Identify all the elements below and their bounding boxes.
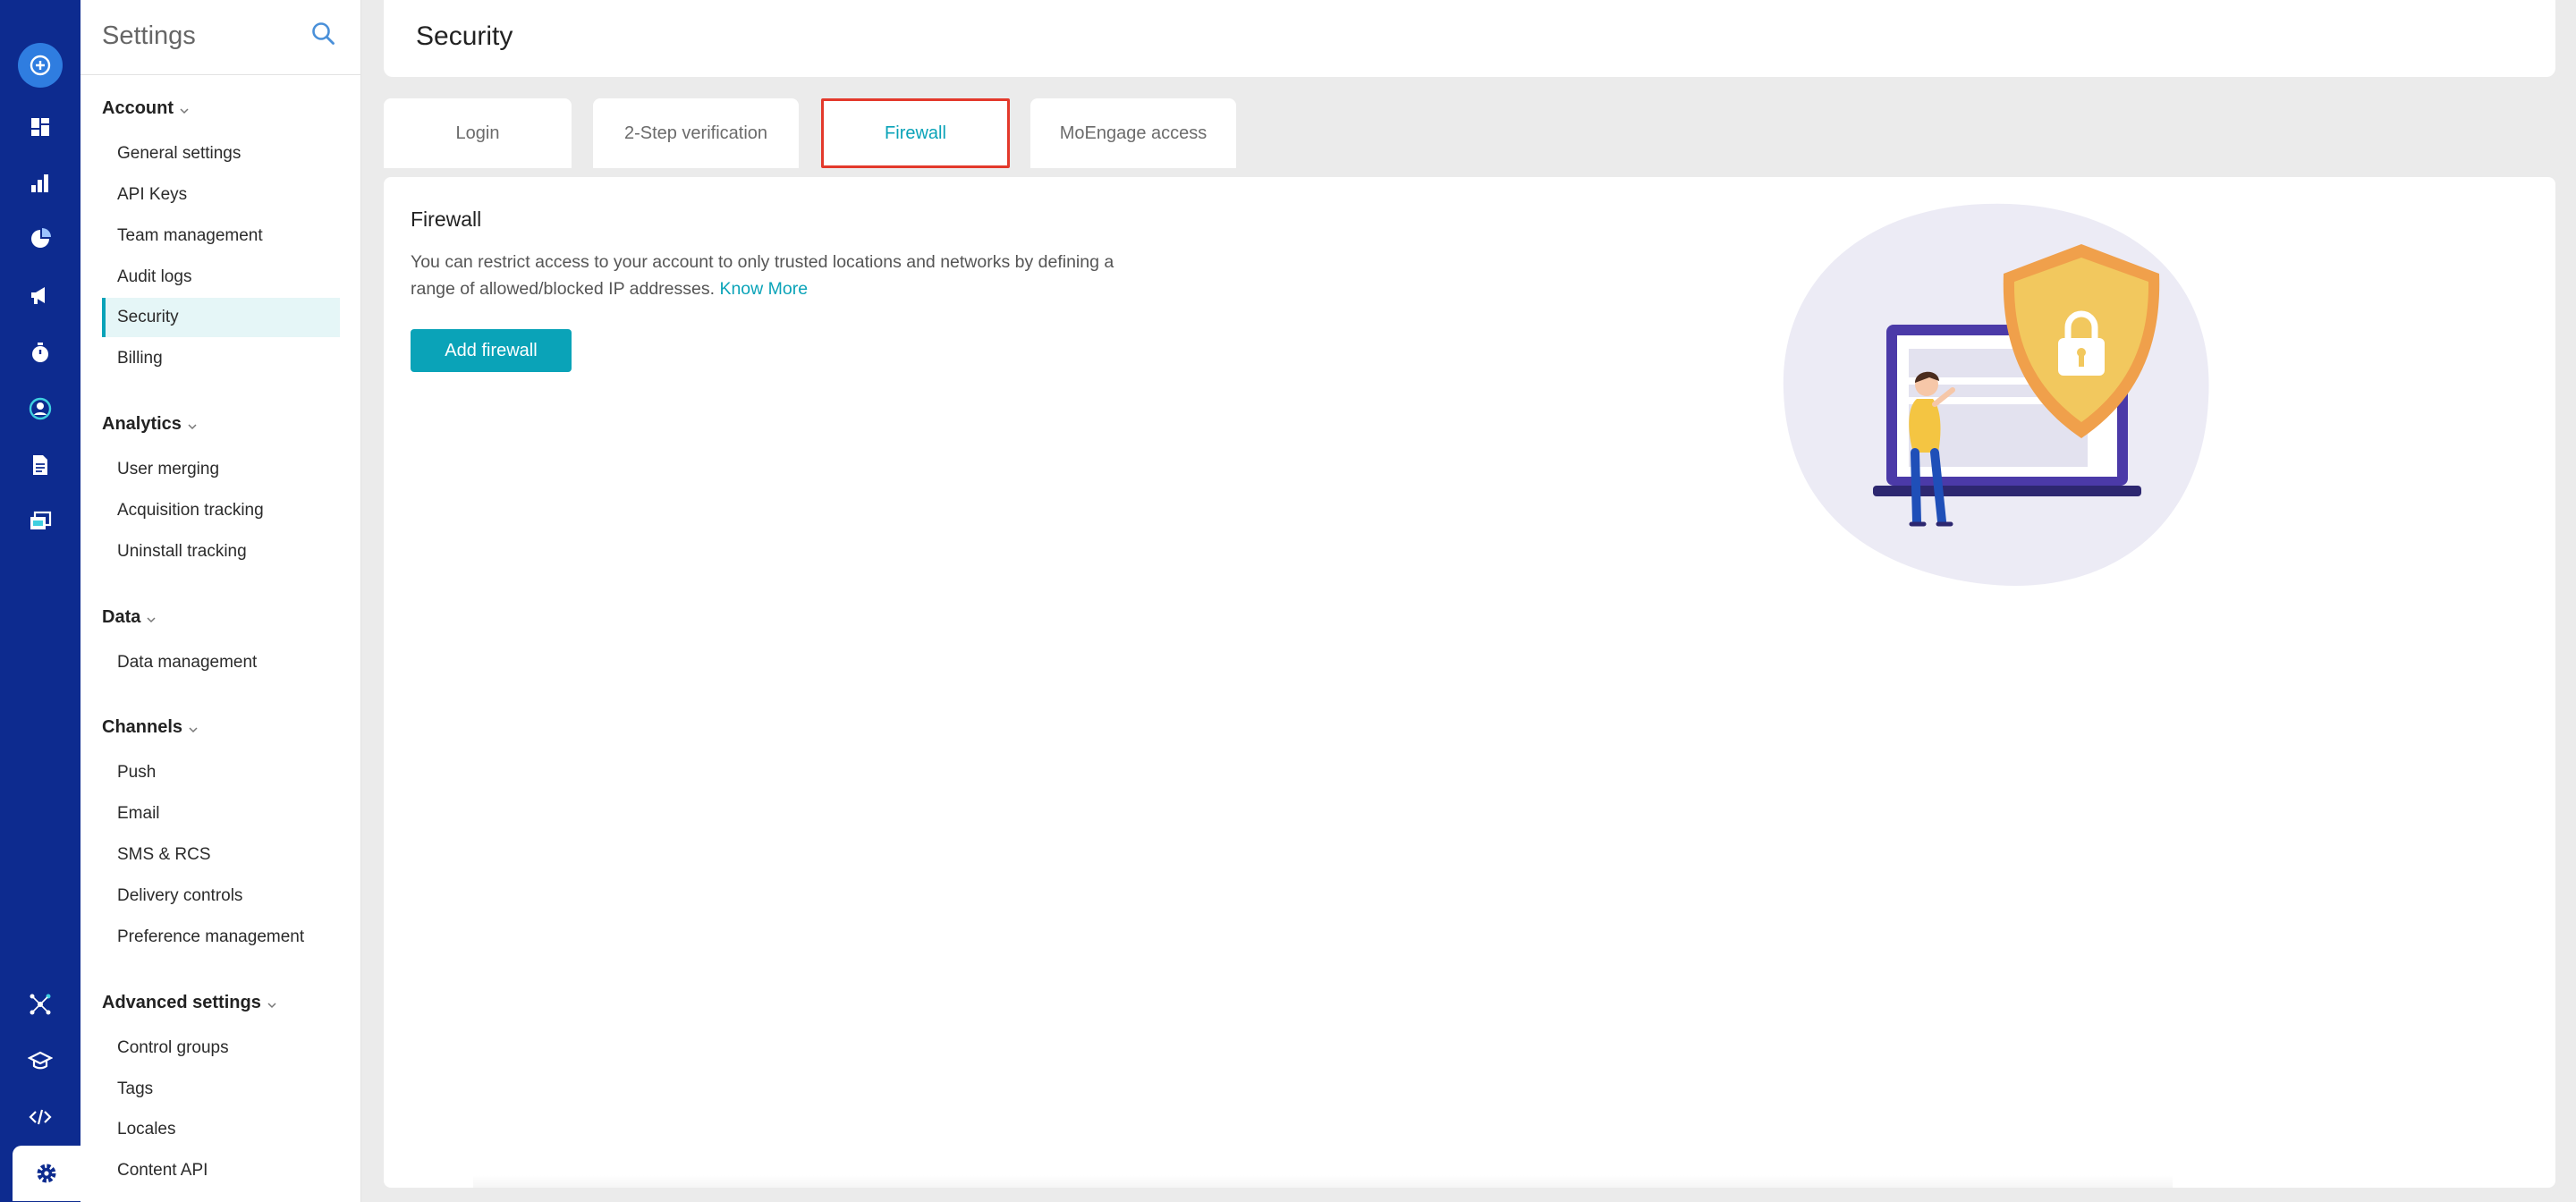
app-navigation-rail [0,0,80,1202]
sidebar-item-data-management[interactable]: Data management [102,643,340,682]
sidebar-item-content-api[interactable]: Content API [102,1151,340,1190]
group-account-label: Account [102,98,174,118]
group-channels-label: Channels [102,717,183,737]
tab-2-step-verification[interactable]: 2-Step verification [593,98,799,168]
sidebar-item-preference-management[interactable]: Preference management [102,918,340,957]
settings-gear-icon[interactable] [13,1146,80,1201]
group-data[interactable]: Data [102,607,157,628]
integrations-icon[interactable] [14,978,66,1030]
dashboard-icon[interactable] [14,101,66,153]
group-account[interactable]: Account [102,98,190,119]
group-advanced-settings-label: Advanced settings [102,993,261,1012]
sidebar-item-control-groups[interactable]: Control groups [102,1028,340,1068]
sidebar-item-push[interactable]: Push [102,753,340,792]
search-icon[interactable] [309,20,338,48]
tab-login[interactable]: Login [384,98,572,168]
create-icon[interactable] [18,43,63,88]
sidebar-item-delivery-controls[interactable]: Delivery controls [102,876,340,916]
group-analytics[interactable]: Analytics [102,414,198,435]
add-firewall-button[interactable]: Add firewall [411,329,572,372]
page-title: Security [416,21,513,51]
sidebar-title: Settings [102,21,196,50]
sidebar-item-email[interactable]: Email [102,794,340,834]
megaphone-icon[interactable] [14,269,66,321]
tab-moengage-access[interactable]: MoEngage access [1030,98,1236,168]
user-segment-icon[interactable] [14,383,66,435]
chevron-down-icon [189,726,198,732]
sidebar-item-locales[interactable]: Locales [102,1110,340,1149]
sidebar-item-security[interactable]: Security [102,298,340,337]
group-analytics-label: Analytics [102,414,182,434]
settings-sidebar: Settings Account General settings API Ke… [80,0,361,1202]
sidebar-item-general-settings[interactable]: General settings [102,134,340,174]
sidebar-item-tags[interactable]: Tags [102,1070,340,1109]
document-icon[interactable] [14,439,66,491]
group-data-label: Data [102,607,141,627]
chevron-down-icon [188,423,197,429]
group-channels[interactable]: Channels [102,717,199,738]
sidebar-item-team-management[interactable]: Team management [102,216,340,256]
content-library-icon[interactable] [14,495,66,547]
tab-firewall[interactable]: Firewall [821,98,1010,168]
sidebar-item-acquisition-tracking[interactable]: Acquisition tracking [102,491,340,530]
sidebar-item-audit-logs[interactable]: Audit logs [102,258,340,297]
firewall-description: You can restrict access to your account … [411,249,1126,302]
page-header: Security [384,0,2555,77]
sidebar-item-sms-rcs[interactable]: SMS & RCS [102,835,340,875]
group-advanced-settings[interactable]: Advanced settings [102,993,277,1013]
analytics-icon[interactable] [14,157,66,209]
security-illustration [1783,203,2209,586]
chevron-down-icon [180,107,189,114]
code-icon[interactable] [14,1091,66,1143]
chevron-down-icon [147,616,156,622]
sidebar-item-uninstall-tracking[interactable]: Uninstall tracking [102,532,340,571]
sidebar-item-billing[interactable]: Billing [102,339,340,378]
sidebar-item-user-merging[interactable]: User merging [102,450,340,489]
sidebar-item-api-keys[interactable]: API Keys [102,175,340,215]
academy-icon[interactable] [14,1035,66,1087]
firewall-title: Firewall [411,207,482,231]
panel-bottom-shadow [473,1175,2173,1188]
sidebar-header: Settings [80,0,361,75]
timer-icon[interactable] [14,326,66,378]
chevron-down-icon [267,1002,276,1008]
pie-chart-icon[interactable] [14,213,66,265]
know-more-link[interactable]: Know More [719,279,808,299]
firewall-panel: Firewall You can restrict access to your… [384,177,2555,1188]
